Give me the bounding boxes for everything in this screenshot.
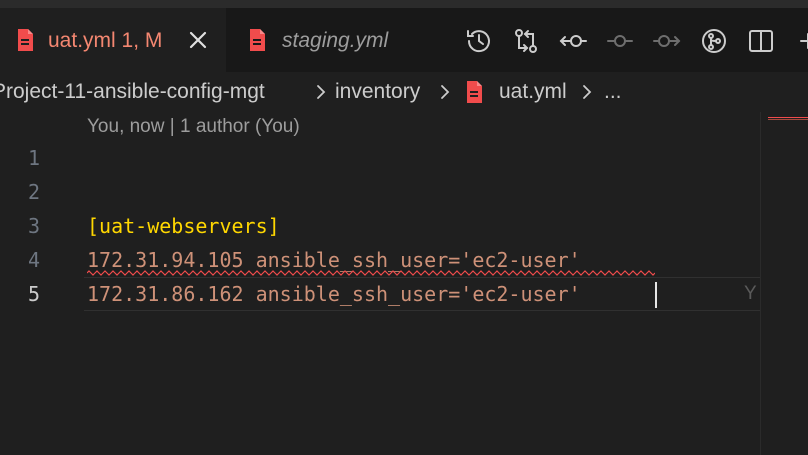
tab-label: staging.yml	[282, 29, 389, 52]
code-line-section[interactable]: [uat-webservers]	[87, 209, 280, 243]
yaml-file-icon	[465, 80, 483, 104]
tab-bar: uat.yml 1, M staging.yml	[0, 8, 808, 72]
breadcrumb-symbols[interactable]: ...	[604, 79, 622, 105]
more-actions-icon[interactable]	[793, 26, 808, 56]
timeline-icon[interactable]	[464, 26, 494, 56]
breadcrumb-folder-project[interactable]: Project-11-ansible-config-mgt	[0, 79, 265, 105]
compare-changes-icon[interactable]	[511, 26, 541, 56]
error-squiggle	[87, 270, 655, 276]
line-number: 4	[27, 248, 40, 272]
breadcrumb-file-uat-yml[interactable]: uat.yml	[499, 79, 567, 105]
commit-icon[interactable]	[605, 26, 635, 56]
line-number: 3	[27, 214, 40, 238]
minimap-code-preview	[768, 117, 808, 120]
tab-uat-yml[interactable]: uat.yml 1, M	[0, 8, 226, 72]
yaml-file-icon	[248, 28, 266, 52]
next-change-icon[interactable]	[652, 26, 682, 56]
chevron-right-icon	[314, 81, 328, 103]
breadcrumb-folder-inventory[interactable]: inventory	[335, 79, 420, 105]
title-strip	[0, 0, 808, 8]
line-number: 2	[27, 180, 40, 204]
close-icon[interactable]	[186, 28, 210, 52]
minimap[interactable]	[760, 112, 808, 455]
line-number-current: 5	[27, 282, 40, 306]
codelens-blame-header[interactable]: You, now | 1 author (You)	[87, 115, 300, 139]
line-number: 1	[27, 146, 40, 170]
tab-label: uat.yml 1, M	[48, 29, 163, 52]
text-cursor	[655, 282, 657, 308]
chevron-right-icon	[438, 81, 452, 103]
gitlens-icon[interactable]	[699, 26, 729, 56]
chevron-right-icon	[580, 81, 594, 103]
code-editor[interactable]: You, now | 1 author (You) 1 2 3 4 5 [uat…	[0, 112, 760, 455]
code-line-host[interactable]: 172.31.86.162 ansible_ssh_user='ec2-user…	[87, 277, 581, 311]
yaml-file-icon	[16, 28, 34, 52]
editor-window: uat.yml 1, M staging.yml Project-11-ansi…	[0, 0, 808, 455]
previous-change-icon[interactable]	[558, 26, 588, 56]
tab-staging-yml[interactable]: staging.yml	[226, 8, 453, 72]
inline-blame-annotation: Y	[744, 283, 757, 304]
split-editor-icon[interactable]	[746, 26, 776, 56]
breadcrumb: Project-11-ansible-config-mgt inventory …	[0, 72, 808, 112]
